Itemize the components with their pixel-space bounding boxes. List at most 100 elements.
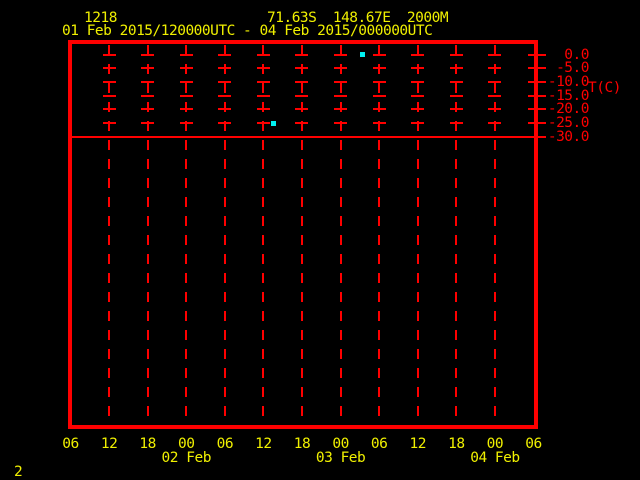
x-tick-label: 00 bbox=[486, 436, 504, 452]
x-tick-label: 00 bbox=[332, 436, 349, 452]
level-tick-cross bbox=[334, 67, 348, 70]
level-tick-cross bbox=[141, 80, 155, 83]
level-tick-cross bbox=[102, 53, 116, 56]
level-tick-cross bbox=[372, 108, 386, 111]
time-gridline bbox=[108, 45, 111, 423]
x-date-label: 03 Feb bbox=[315, 450, 366, 466]
level-tick-cross bbox=[141, 122, 155, 124]
level-tick-cross bbox=[295, 94, 309, 97]
x-tick-label: 18 bbox=[293, 436, 311, 452]
time-gridline bbox=[455, 45, 458, 423]
x-tick-label: 12 bbox=[100, 436, 118, 452]
level-tick-cross bbox=[449, 94, 463, 97]
level-tick-cross bbox=[449, 67, 463, 70]
data-point bbox=[359, 52, 365, 57]
x-date-label: 02 Feb bbox=[161, 450, 212, 466]
level-tick-cross bbox=[488, 108, 502, 111]
level-tick-cross bbox=[102, 108, 116, 111]
level-tick-cross bbox=[102, 94, 116, 97]
level-tick-cross bbox=[411, 53, 425, 56]
level-tick-cross bbox=[218, 122, 232, 124]
level-tick-cross bbox=[372, 80, 386, 83]
level-tick-cross bbox=[488, 80, 502, 83]
level-tick-cross bbox=[218, 108, 232, 111]
level-tick-cross bbox=[295, 122, 309, 124]
level-tick-cross bbox=[411, 94, 425, 97]
level-tick-cross bbox=[449, 53, 463, 56]
level-tick-cross bbox=[141, 108, 155, 111]
level-tick-cross bbox=[102, 80, 116, 83]
meteogram-window: 1218 71.63S 148.67E 2000M 01 Feb 2015/12… bbox=[0, 0, 640, 480]
level-tick-cross bbox=[334, 80, 348, 83]
level-tick-cross bbox=[256, 67, 270, 70]
level-tick-cross bbox=[141, 94, 155, 97]
time-gridline bbox=[378, 45, 381, 423]
level-tick-cross bbox=[218, 94, 232, 97]
level-tick-cross bbox=[449, 80, 463, 83]
level-tick-cross bbox=[449, 108, 463, 111]
level-tick-cross bbox=[256, 53, 270, 56]
level-tick-cross bbox=[411, 80, 425, 83]
level-tick-cross bbox=[179, 122, 193, 124]
time-gridline bbox=[223, 45, 226, 423]
time-gridline bbox=[339, 45, 342, 423]
level-tick-cross bbox=[295, 67, 309, 70]
level-tick-cross bbox=[411, 108, 425, 111]
x-tick-label: 18 bbox=[448, 436, 465, 452]
time-range: 01 Feb 2015/120000UTC - 04 Feb 2015/0000… bbox=[62, 23, 433, 39]
time-gridline bbox=[146, 45, 149, 423]
level-tick-cross bbox=[256, 108, 270, 111]
level-tick-cross bbox=[334, 94, 348, 97]
x-tick-label: 06 bbox=[525, 436, 542, 452]
level-tick-cross bbox=[449, 122, 463, 124]
level-tick-cross bbox=[141, 67, 155, 70]
y-axis-title: T(C) bbox=[588, 80, 621, 96]
level-tick-cross bbox=[372, 122, 386, 124]
level-tick-cross bbox=[179, 80, 193, 83]
x-tick-label: 06 bbox=[216, 436, 234, 452]
level-tick-cross bbox=[372, 53, 386, 56]
level-tick-cross bbox=[334, 122, 348, 124]
time-gridline bbox=[185, 45, 188, 423]
y-tick-label: -30.0 bbox=[547, 128, 590, 145]
level-tick-cross bbox=[488, 94, 502, 97]
level-tick-cross bbox=[218, 67, 232, 70]
level-tick-cross bbox=[256, 122, 270, 124]
level-tick-cross bbox=[488, 67, 502, 70]
bottom-scale-line bbox=[72, 135, 534, 138]
level-tick-cross bbox=[372, 94, 386, 97]
level-tick-cross bbox=[295, 53, 309, 56]
level-tick-cross bbox=[334, 108, 348, 111]
level-tick-cross bbox=[334, 53, 348, 56]
level-tick-cross bbox=[488, 53, 502, 56]
level-tick-cross bbox=[141, 53, 155, 56]
level-tick-cross bbox=[179, 67, 193, 70]
x-tick-label: 12 bbox=[409, 436, 427, 452]
level-tick-cross bbox=[295, 80, 309, 83]
level-tick-cross bbox=[102, 67, 116, 70]
level-tick-cross bbox=[256, 80, 270, 83]
time-gridline bbox=[262, 45, 265, 423]
level-tick-cross bbox=[179, 94, 193, 97]
x-tick-label: 06 bbox=[62, 436, 79, 452]
level-tick-cross bbox=[218, 80, 232, 83]
plot-box bbox=[68, 40, 538, 429]
x-date-label: 04 Feb bbox=[470, 450, 520, 466]
level-tick-cross bbox=[411, 122, 425, 124]
level-tick-cross bbox=[488, 122, 502, 124]
data-point bbox=[270, 120, 276, 126]
x-tick-label: 06 bbox=[370, 436, 388, 452]
level-tick-cross bbox=[256, 94, 270, 97]
page-number: 2 bbox=[14, 464, 23, 480]
time-gridline bbox=[493, 45, 496, 423]
time-gridline bbox=[416, 45, 419, 423]
level-tick-cross bbox=[411, 67, 425, 70]
level-tick-cross bbox=[218, 53, 232, 56]
level-tick-cross bbox=[102, 122, 116, 124]
level-tick-cross bbox=[295, 108, 309, 111]
time-gridline bbox=[300, 45, 303, 423]
x-tick-label: 12 bbox=[255, 436, 272, 452]
level-tick-cross bbox=[179, 53, 193, 56]
level-tick-cross bbox=[179, 108, 193, 111]
level-tick-cross bbox=[372, 67, 386, 70]
